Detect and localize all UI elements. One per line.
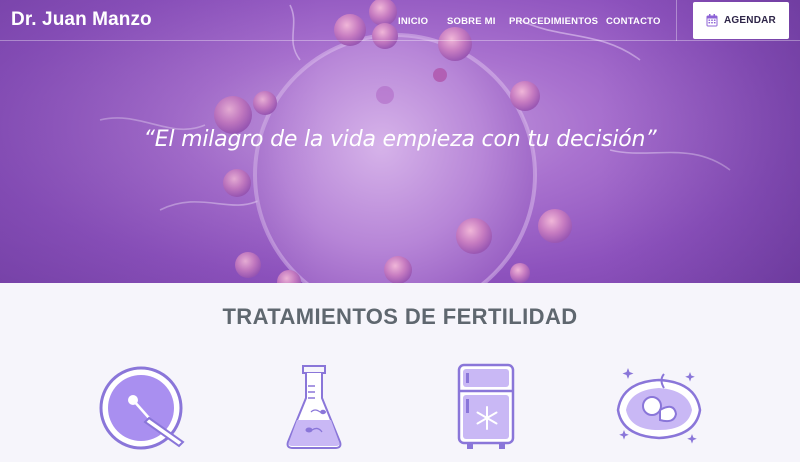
agendar-button[interactable]: AGENDAR bbox=[693, 2, 789, 39]
top-navigation: Dr. Juan Manzo INICIO SOBRE MI PROCEDIMI… bbox=[0, 0, 800, 41]
agendar-button-label: AGENDAR bbox=[724, 15, 776, 26]
ultrasound-baby-icon bbox=[616, 368, 702, 444]
menu-item-inicio[interactable]: INICIO bbox=[398, 16, 428, 27]
treatment-label bbox=[259, 458, 369, 462]
nav-divider bbox=[676, 0, 677, 41]
flask-sperm-icon bbox=[286, 365, 342, 449]
treatment-label bbox=[431, 458, 541, 462]
treatment-card-icsi[interactable] bbox=[91, 358, 201, 462]
menu-item-contacto[interactable]: CONTACTO bbox=[606, 16, 661, 27]
treatment-card-freezing[interactable] bbox=[431, 358, 541, 462]
icsi-injection-icon bbox=[99, 366, 185, 450]
menu-item-sobre-mi[interactable]: SOBRE MI bbox=[447, 16, 496, 27]
treatment-card-ultrasound[interactable] bbox=[604, 358, 714, 462]
treatment-card-lab[interactable] bbox=[259, 358, 369, 462]
freezer-icon bbox=[457, 363, 515, 449]
hero-banner: Dr. Juan Manzo INICIO SOBRE MI PROCEDIMI… bbox=[0, 0, 800, 283]
treatment-label bbox=[604, 458, 714, 462]
hero-quote: “El milagro de la vida empieza con tu de… bbox=[143, 127, 657, 152]
menu-item-procedimientos[interactable]: PROCEDIMIENTOS bbox=[509, 16, 598, 27]
site-brand[interactable]: Dr. Juan Manzo bbox=[11, 9, 152, 31]
section-title: TRATAMIENTOS DE FERTILIDAD bbox=[222, 304, 578, 329]
calendar-icon bbox=[706, 14, 718, 27]
treatment-label bbox=[91, 458, 201, 462]
